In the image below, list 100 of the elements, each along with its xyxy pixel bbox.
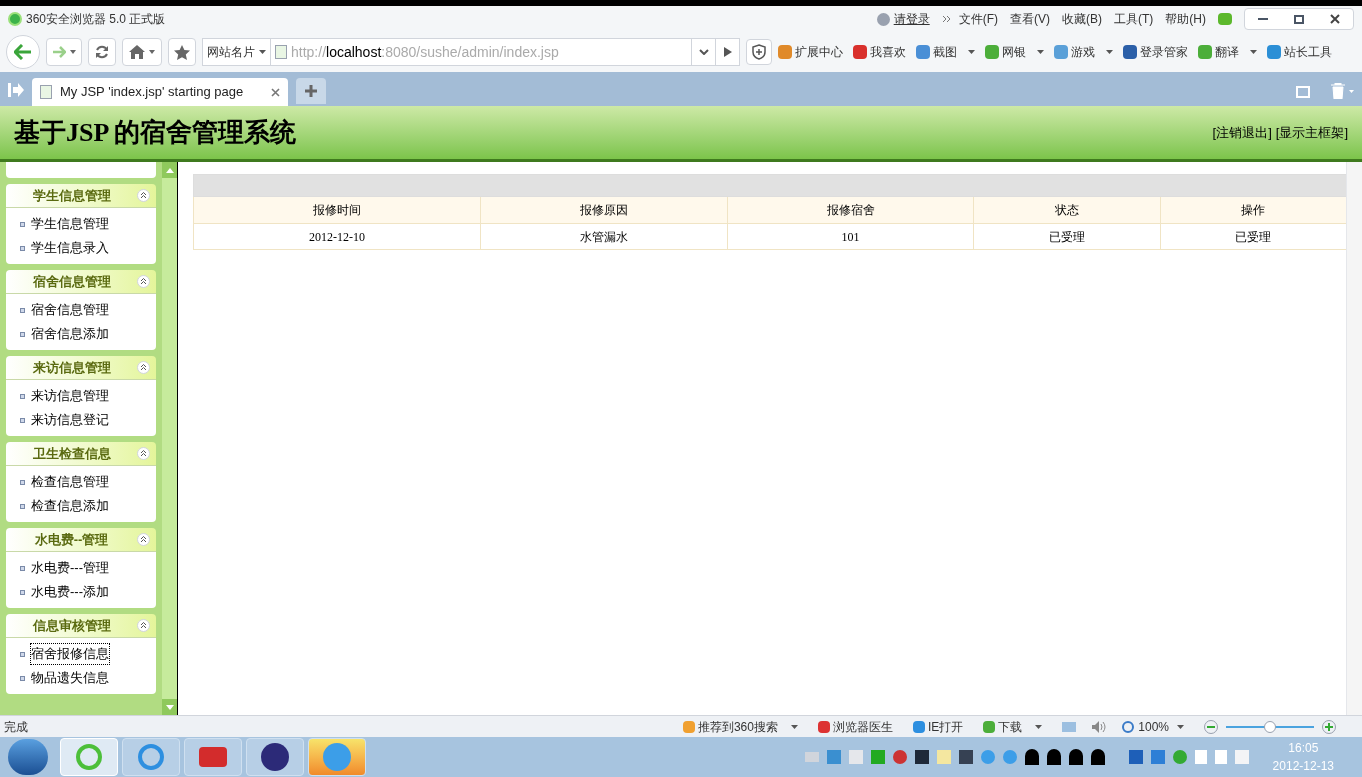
toolbar-icon (1054, 45, 1068, 59)
zoom-slider[interactable] (1226, 719, 1314, 734)
caret-icon (259, 50, 266, 54)
chevron-down-icon (698, 49, 709, 55)
bullet-icon (20, 245, 25, 251)
section-header[interactable]: 信息审核管理 (6, 614, 156, 638)
start-button[interactable] (8, 739, 48, 775)
sidebar-toggle-icon[interactable] (8, 83, 24, 97)
menu-item[interactable]: 查看(V) (1010, 10, 1050, 28)
sidebar-link[interactable]: 水电费---添加 (31, 582, 109, 602)
status-text: 完成 (4, 718, 28, 736)
bullet-icon (20, 565, 25, 571)
refresh-button[interactable] (88, 38, 116, 66)
status-button[interactable]: 浏览器医生 (817, 717, 893, 736)
collapse-icon[interactable] (137, 189, 150, 202)
status-icon (817, 720, 830, 733)
table-cell: 已受理 (973, 223, 1161, 250)
shield-button[interactable] (746, 39, 772, 65)
zoom-dropdown[interactable]: 100% (1138, 717, 1184, 736)
section-header[interactable]: 学生信息管理 (6, 184, 156, 208)
sidebar-link[interactable]: 物品遗失信息 (31, 668, 109, 688)
section-header[interactable]: 卫生检查信息 (6, 442, 156, 466)
status-button[interactable]: 下载 (983, 717, 1043, 736)
toolbar-icon (778, 45, 792, 59)
section-header[interactable]: 来访信息管理 (6, 356, 156, 380)
new-tab-button[interactable] (296, 78, 326, 104)
forward-arrow-icon (52, 46, 66, 58)
address-field[interactable]: 网站名片 http://localhost:8080/sushe/admin/index.jsp (202, 38, 740, 66)
page-icon (40, 85, 52, 99)
table-cell: 水管漏水 (480, 223, 728, 250)
status-button[interactable]: 推荐到360搜索 (682, 717, 798, 736)
toolbar-button[interactable]: 登录管家 (1123, 43, 1188, 61)
slider-thumb[interactable] (1264, 720, 1276, 733)
plus-icon (305, 85, 317, 97)
sidebar-link[interactable]: 宿舍报修信息 (31, 644, 109, 664)
home-button[interactable] (122, 38, 162, 66)
home-icon (129, 45, 145, 59)
toolbar-button[interactable]: 我喜欢 (853, 43, 906, 61)
toolbar-button[interactable]: 扩展中心 (778, 43, 843, 61)
back-button[interactable] (6, 35, 40, 69)
collapse-icon[interactable] (137, 275, 150, 288)
toolbar-button[interactable]: 游戏 (1054, 43, 1113, 61)
bullet-icon (20, 589, 25, 595)
status-icon (912, 720, 925, 733)
bullet-icon (20, 331, 25, 337)
section-header[interactable]: 宿舍信息管理 (6, 270, 156, 294)
toolbar-button[interactable]: 截图 (916, 43, 975, 61)
menu-item[interactable]: 收藏(B) (1062, 10, 1102, 28)
toolbar-button[interactable]: 网银 (985, 43, 1044, 61)
page-icon (275, 45, 287, 59)
caret-icon (70, 50, 76, 54)
window-title: 360安全浏览器 5.0 正式版 (26, 11, 166, 28)
sidebar-link[interactable]: 学生信息管理 (31, 214, 109, 234)
sidebar-link[interactable]: 宿舍信息管理 (31, 300, 109, 320)
double-chevron-icon (941, 15, 951, 23)
close-icon[interactable] (271, 87, 280, 97)
sidebar-link[interactable]: 来访信息登记 (31, 410, 109, 430)
site-card-dropdown[interactable]: 网站名片 (203, 39, 271, 65)
login-link[interactable]: 请登录 (893, 10, 930, 28)
sidebar-link[interactable]: 学生信息录入 (31, 238, 109, 258)
collapse-icon[interactable] (137, 447, 150, 460)
url-text: http://localhost:8080/sushe/admin/index.jsp (291, 42, 560, 62)
bullet-icon (20, 307, 25, 313)
caret-icon (1177, 724, 1184, 729)
plus-icon (1325, 722, 1333, 731)
header-link[interactable]: [注销退出] (1212, 122, 1272, 143)
shield-icon (752, 44, 766, 60)
bullet-icon (20, 651, 25, 657)
favorite-button[interactable] (168, 38, 196, 66)
menu-item[interactable]: 工具(T) (1114, 10, 1154, 28)
table-cell: 101 (727, 223, 974, 250)
toolbar-button[interactable]: 站长工具 (1267, 43, 1332, 61)
bullet-icon (20, 417, 25, 423)
toolbar-button[interactable]: 翻译 (1198, 43, 1257, 61)
back-arrow-icon (14, 44, 32, 60)
collapse-icon[interactable] (137, 619, 150, 632)
column-header: 状态 (973, 196, 1161, 224)
menu-item[interactable]: 帮助(H) (1165, 10, 1206, 28)
status-icon (983, 720, 996, 733)
sidebar-link[interactable]: 检查信息管理 (31, 472, 109, 492)
close-icon (1330, 14, 1340, 24)
status-icon (682, 720, 695, 733)
star-icon (174, 44, 190, 60)
collapse-icon[interactable] (137, 533, 150, 546)
header-link[interactable]: [显示主框架] (1275, 122, 1348, 143)
caret-icon (149, 50, 155, 54)
sidebar-link[interactable]: 来访信息管理 (31, 386, 109, 406)
speaker-icon[interactable] (1092, 720, 1107, 733)
status-button[interactable]: IE打开 (912, 717, 964, 736)
toolbar-icon (985, 45, 999, 59)
menu-item[interactable]: 文件(F) (958, 10, 998, 28)
sidebar-link[interactable]: 检查信息添加 (31, 496, 109, 516)
browser-tab[interactable]: My JSP 'index.jsp' starting page (32, 78, 288, 106)
sidebar-link[interactable]: 水电费---管理 (31, 558, 109, 578)
column-header: 报修原因 (480, 196, 728, 224)
section-header[interactable]: 水电费--管理 (6, 528, 156, 552)
sidebar-link[interactable]: 宿舍信息添加 (31, 324, 109, 344)
collapse-icon[interactable] (137, 361, 150, 374)
page-scrollbar[interactable] (1346, 162, 1362, 715)
tray-icons-drawing[interactable] (804, 749, 1249, 765)
